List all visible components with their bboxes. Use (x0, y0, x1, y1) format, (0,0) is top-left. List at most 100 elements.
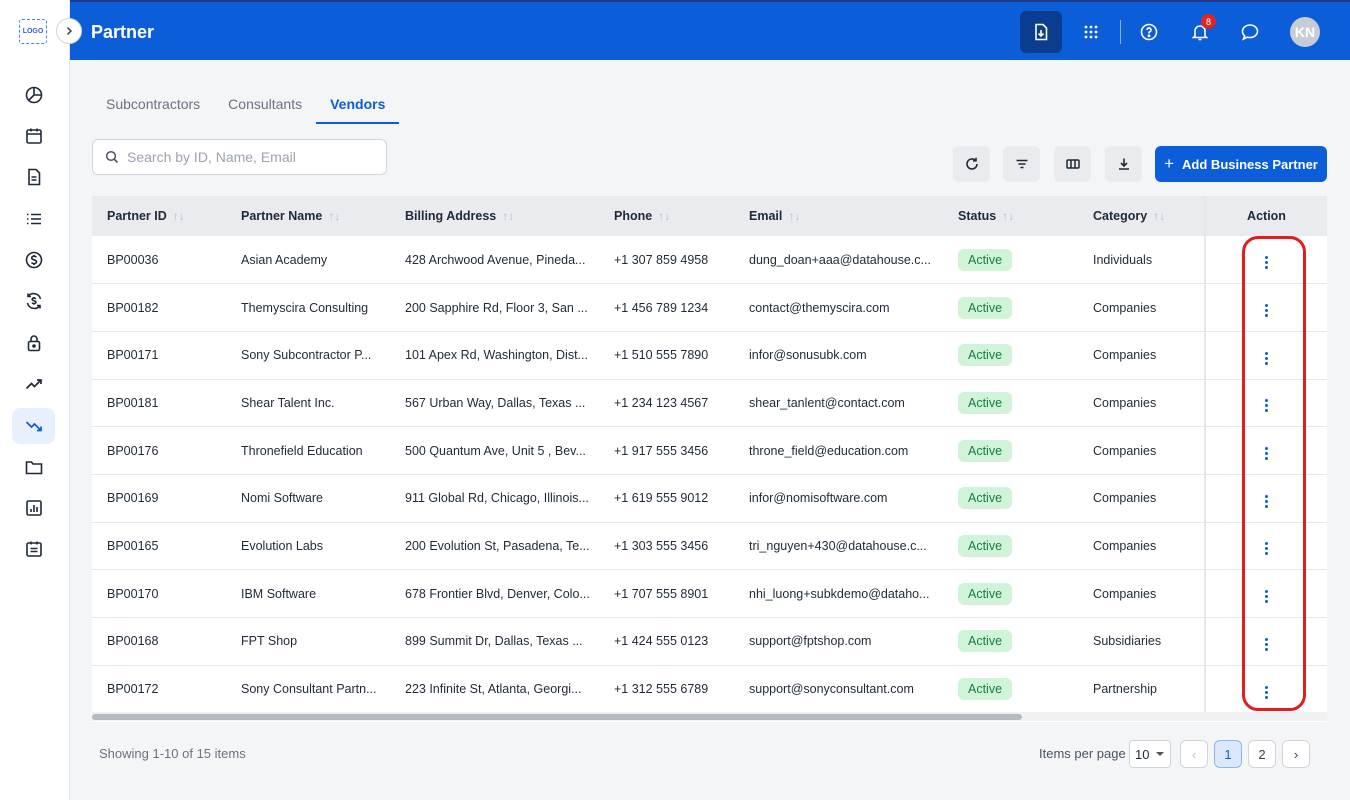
search-input[interactable] (127, 149, 367, 165)
status-badge: Active (958, 439, 1013, 462)
table-row[interactable]: BP00036 Asian Academy 428 Archwood Avenue,… (92, 236, 1327, 285)
column-header[interactable]: Phone ↑↓ (599, 196, 734, 236)
more-options-icon[interactable] (1259, 254, 1274, 271)
more-options-icon[interactable] (1259, 445, 1274, 462)
more-options-icon[interactable] (1259, 588, 1274, 605)
status-badge: Active (958, 630, 1013, 653)
notification-badge: 8 (1201, 14, 1216, 29)
export-button[interactable] (1105, 146, 1142, 182)
nav-trending-down-icon[interactable] (12, 408, 55, 444)
billing-address-cell: 678 Frontier Blvd, Denver, Colo... (390, 569, 599, 618)
column-header[interactable]: Category ↑↓ (1078, 196, 1205, 236)
column-header[interactable]: Partner Name ↑↓ (226, 196, 390, 236)
prev-page-button[interactable]: ‹ (1180, 740, 1208, 768)
sort-icon: ↑↓ (328, 209, 341, 223)
more-options-icon[interactable] (1259, 540, 1274, 557)
category-cell: Individuals (1078, 236, 1205, 285)
column-header[interactable]: Email ↑↓ (734, 196, 943, 236)
nav-trending-up-icon[interactable] (12, 366, 55, 402)
page-1-button[interactable]: 1 (1214, 740, 1242, 768)
plus-icon: + (1164, 154, 1175, 173)
status-cell: Active (943, 379, 1078, 428)
partner-id-cell: BP00168 (92, 617, 226, 666)
tab-consultants[interactable]: Consultants (214, 86, 316, 124)
table-row[interactable]: BP00168 FPT Shop 899 Summit Dr, Dallas, Te… (92, 617, 1327, 666)
page-title: Partner (91, 22, 155, 42)
sidebar-expand-button[interactable] (56, 18, 82, 44)
partner-name-cell: Themyscira Consulting (226, 283, 390, 332)
action-cell (1204, 569, 1327, 618)
nav-dashboard-icon[interactable] (12, 77, 55, 113)
phone-cell: +1 456 789 1234 (599, 283, 734, 332)
action-cell (1204, 522, 1327, 571)
more-options-icon[interactable] (1259, 397, 1274, 414)
horizontal-scrollbar[interactable] (92, 712, 1327, 721)
more-options-icon[interactable] (1259, 684, 1274, 701)
nav-calendar-icon[interactable] (12, 118, 55, 154)
nav-folder-icon[interactable] (12, 449, 55, 485)
nav-document-icon[interactable] (12, 159, 55, 195)
filter-icon (1016, 159, 1027, 169)
search-icon (105, 150, 119, 164)
user-avatar[interactable]: KN (1290, 17, 1320, 47)
phone-cell: +1 303 555 3456 (599, 522, 734, 571)
status-cell: Active (943, 331, 1078, 380)
nav-dollar-icon[interactable] (12, 242, 55, 278)
email-cell: shear_tanlent@contact.com (734, 379, 943, 428)
email-cell: infor@nomisoftware.com (734, 474, 943, 523)
partner-name-cell: Shear Talent Inc. (226, 379, 390, 428)
add-business-partner-button[interactable]: + Add Business Partner (1155, 146, 1327, 182)
import-button[interactable] (1020, 11, 1062, 53)
page-2-button[interactable]: 2 (1248, 740, 1276, 768)
tab-vendors[interactable]: Vendors (316, 86, 400, 124)
billing-address-cell: 899 Summit Dr, Dallas, Texas ... (390, 617, 599, 666)
status-badge: Active (958, 582, 1013, 605)
sort-icon: ↑↓ (788, 209, 801, 223)
table-row[interactable]: BP00170 IBM Software 678 Frontier Blvd, De… (92, 569, 1327, 618)
tab-subcontractors[interactable]: Subcontractors (92, 86, 214, 124)
columns-button[interactable] (1054, 146, 1091, 182)
filter-button[interactable] (1003, 146, 1040, 182)
email-cell: tri_nguyen+430@datahouse.c... (734, 522, 943, 571)
status-cell: Active (943, 665, 1078, 714)
pagination-summary: Showing 1-10 of 15 items (99, 746, 246, 761)
category-cell: Companies (1078, 331, 1205, 380)
notifications-button[interactable]: 8 (1179, 11, 1221, 53)
more-options-icon[interactable] (1259, 302, 1274, 319)
phone-cell: +1 234 123 4567 (599, 379, 734, 428)
status-badge: Active (958, 248, 1013, 271)
scrollbar-thumb[interactable] (92, 714, 1022, 720)
column-header[interactable]: Status ↑↓ (943, 196, 1078, 236)
next-page-button[interactable]: › (1282, 740, 1310, 768)
table-row[interactable]: BP00172 Sony Consultant Partn... 223 Infin… (92, 665, 1327, 714)
table-row[interactable]: BP00182 Themyscira Consulting 200 Sapphire… (92, 283, 1327, 332)
email-cell: support@fptshop.com (734, 617, 943, 666)
nav-schedule-icon[interactable] (12, 531, 55, 567)
table-row[interactable]: BP00176 Thronefield Education 500 Quantum … (92, 426, 1327, 475)
help-button[interactable] (1128, 11, 1170, 53)
more-options-icon[interactable] (1259, 636, 1274, 653)
partner-name-cell: Evolution Labs (226, 522, 390, 571)
items-per-page-select[interactable]: 10 (1129, 740, 1171, 768)
partner-id-cell: BP00169 (92, 474, 226, 523)
column-header[interactable]: Billing Address ↑↓ (390, 196, 599, 236)
chat-button[interactable] (1229, 11, 1271, 53)
sidebar: LOGO (0, 0, 70, 800)
table-row[interactable]: BP00171 Sony Subcontractor P... 101 Apex R… (92, 331, 1327, 380)
more-options-icon[interactable] (1259, 493, 1274, 510)
nav-report-icon[interactable] (12, 490, 55, 526)
refresh-button[interactable] (953, 146, 990, 182)
apps-button[interactable] (1070, 11, 1112, 53)
nav-lock-icon[interactable] (12, 325, 55, 361)
status-cell: Active (943, 522, 1078, 571)
table-row[interactable]: BP00181 Shear Talent Inc. 567 Urban Way, D… (92, 379, 1327, 428)
app-logo[interactable]: LOGO (19, 19, 47, 44)
status-cell: Active (943, 617, 1078, 666)
table-row[interactable]: BP00165 Evolution Labs 200 Evolution St, P… (92, 522, 1327, 571)
table-row[interactable]: BP00169 Nomi Software 911 Global Rd, Chica… (92, 474, 1327, 523)
nav-currency-exchange-icon[interactable] (12, 283, 55, 319)
column-header[interactable]: Partner ID ↑↓ (92, 196, 226, 236)
nav-list-icon[interactable] (12, 201, 55, 237)
more-options-icon[interactable] (1259, 350, 1274, 367)
columns-icon (1065, 159, 1080, 169)
